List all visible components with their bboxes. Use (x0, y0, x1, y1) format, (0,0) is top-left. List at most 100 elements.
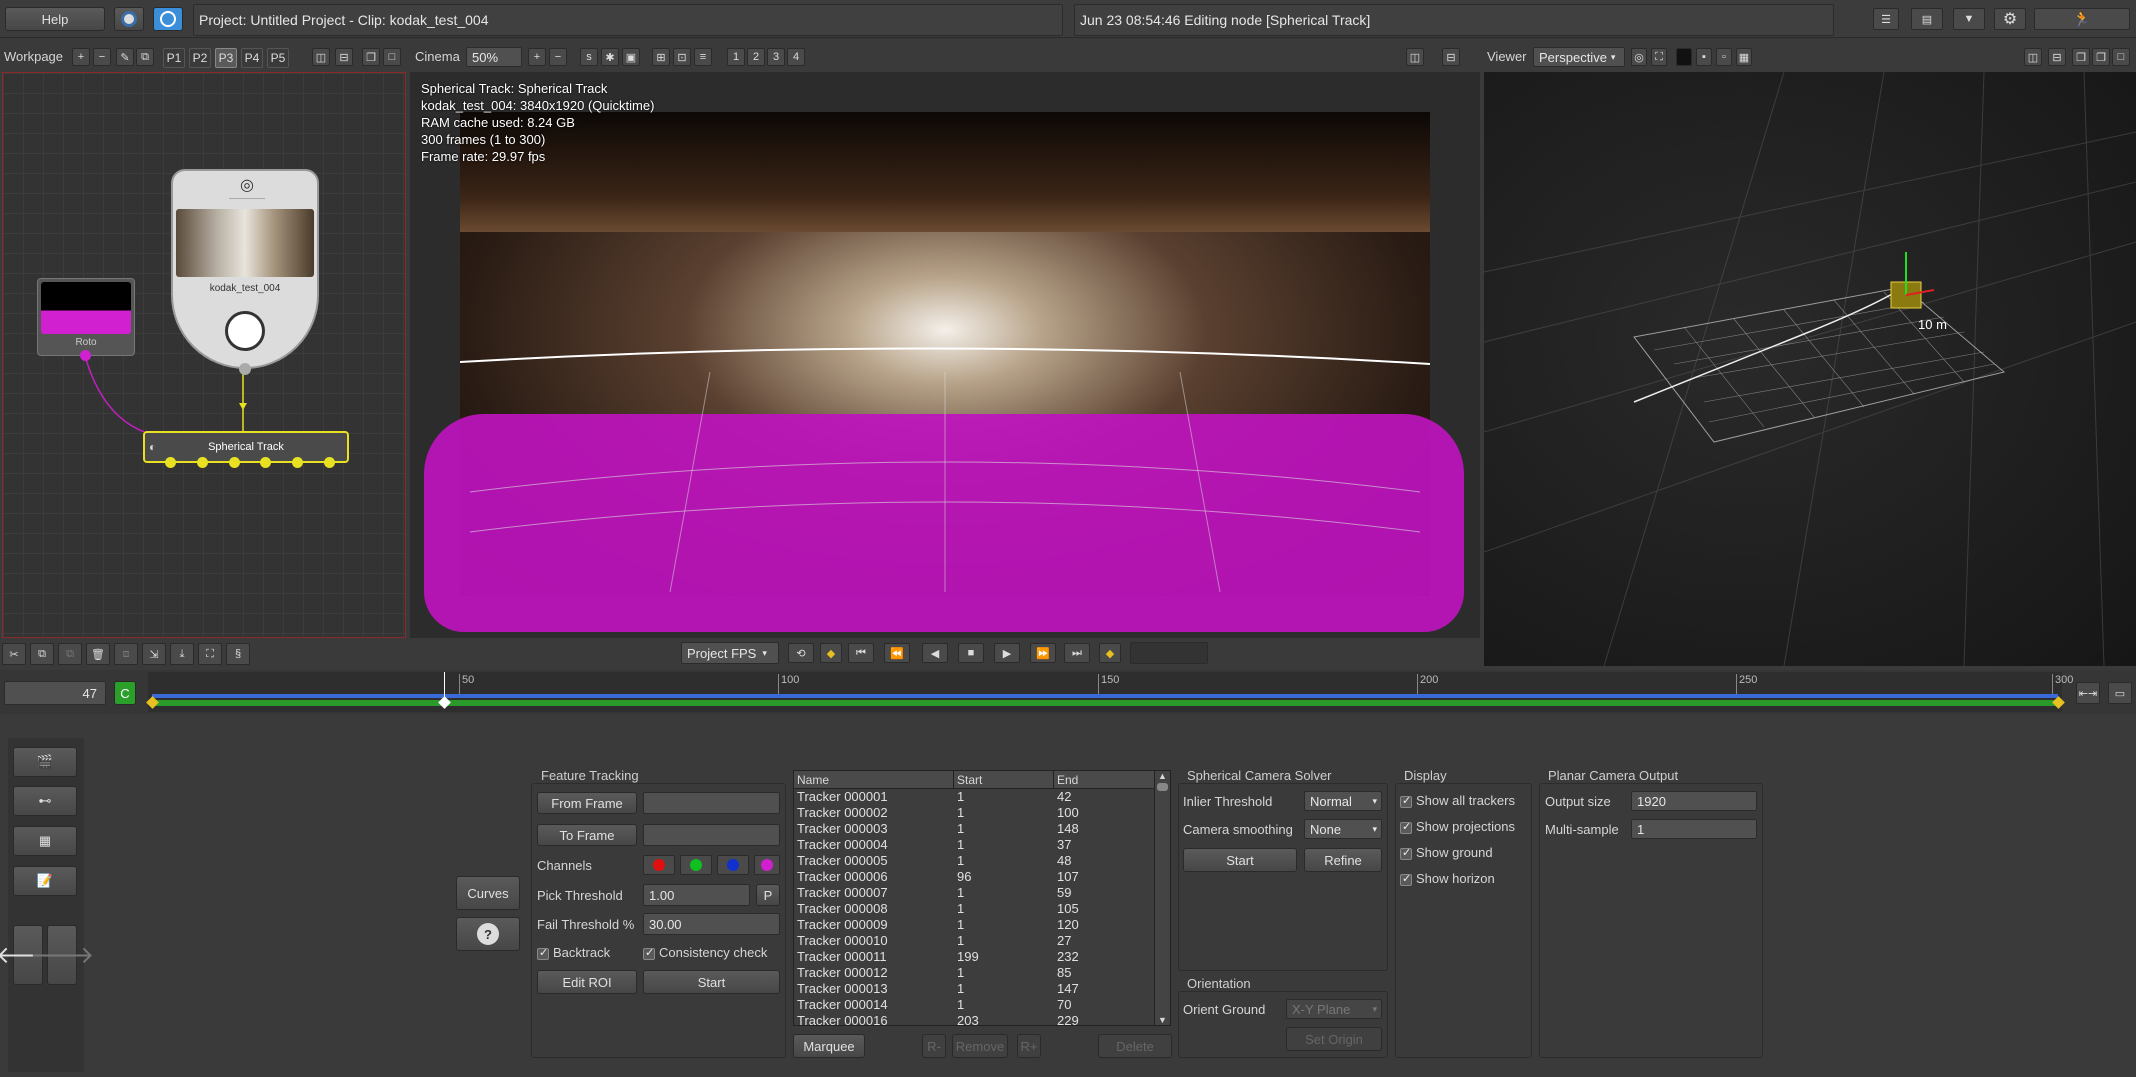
solver-refine-button[interactable]: Refine (1304, 848, 1382, 872)
table-row[interactable]: Tracker 000003 1 148 (797, 821, 1170, 837)
play-icon[interactable]: ▶ (994, 643, 1020, 663)
paste-icon[interactable]: ⧉ (58, 643, 82, 665)
delete-button[interactable]: Delete (1098, 1034, 1172, 1058)
tracker-table[interactable]: Name Start End Tracker 000001 1 42 Tracker … (793, 770, 1171, 1026)
table-row[interactable]: Tracker 000005 1 48 (797, 853, 1170, 869)
camera-smoothing-select[interactable]: None ▾ (1304, 819, 1382, 839)
edit-roi-button[interactable]: Edit ROI (537, 970, 637, 994)
play-back-icon[interactable]: ◀ (922, 643, 948, 663)
show-projections-checkbox[interactable]: Show projections (1400, 819, 1515, 834)
project-panel-button[interactable]: 🎬 (13, 747, 77, 777)
tracker-panel-button[interactable]: ⊷ (13, 786, 77, 816)
clip-output-port[interactable] (239, 363, 251, 375)
transport-field[interactable] (1130, 642, 1208, 664)
trash-icon[interactable]: 🗑 (86, 643, 110, 665)
cinema-split-v-icon[interactable]: ◫ (1406, 48, 1424, 66)
swatch-grid-icon[interactable]: ▦ (1736, 48, 1752, 66)
maximize-icon[interactable]: □ (383, 48, 401, 66)
to-frame-button[interactable]: To Frame (537, 824, 637, 846)
stop-icon[interactable]: ■ (958, 643, 984, 663)
target-icon[interactable]: ◎ (1631, 48, 1647, 66)
swatch-mid-icon[interactable]: ▪ (1696, 48, 1712, 66)
help-panel-button[interactable]: ? (456, 917, 520, 951)
export-icon[interactable]: ⤓ (170, 643, 194, 665)
timeline-fit-icon[interactable]: ⇤⇥ (2076, 682, 2100, 704)
float-icon[interactable]: ❐ (362, 48, 380, 66)
split-horizontal-icon[interactable]: ⊟ (335, 48, 353, 66)
scroll-down-icon[interactable]: ▼ (1155, 1015, 1170, 1025)
group-icon[interactable]: ⧈ (114, 643, 138, 665)
set-origin-button[interactable]: Set Origin (1286, 1027, 1382, 1051)
zoom-out-icon[interactable]: − (549, 48, 567, 66)
table-row[interactable]: Tracker 000007 1 59 (797, 885, 1170, 901)
marquee-button[interactable]: Marquee (793, 1034, 865, 1058)
zoom-field[interactable]: 50% (466, 47, 522, 67)
zoom-in-icon[interactable]: + (528, 48, 546, 66)
channel-2-button[interactable]: 2 (747, 48, 765, 66)
table-row[interactable]: Tracker 000012 1 85 (797, 965, 1170, 981)
duplicate-icon[interactable]: ⧉ (30, 643, 54, 665)
notes-panel-button[interactable]: 📝 (13, 866, 77, 896)
channel-4-button[interactable]: 4 (787, 48, 805, 66)
step-forward-icon[interactable]: ⏩ (1030, 643, 1056, 663)
redo-button[interactable]: 🡒 (30, 925, 94, 985)
show-ground-checkbox[interactable]: Show ground (1400, 845, 1493, 860)
pick-threshold-field[interactable]: 1.00 (643, 884, 750, 906)
fit-graph-icon[interactable]: ⛶ (198, 643, 222, 665)
consistency-checkbox[interactable]: Consistency check (643, 945, 767, 960)
table-row[interactable]: Tracker 000001 1 42 (797, 789, 1170, 805)
remove-node-icon[interactable]: − (93, 48, 111, 66)
channel-blue-toggle[interactable] (717, 855, 749, 875)
inlier-threshold-select[interactable]: Normal ▾ (1304, 791, 1382, 811)
gear-icon-button[interactable]: ⚙ (1994, 8, 2026, 30)
from-frame-field[interactable] (643, 792, 780, 814)
project-icon-button[interactable] (114, 7, 144, 31)
channel-1-button[interactable]: 1 (727, 48, 745, 66)
playhead-marker[interactable] (438, 696, 451, 709)
r-minus-button[interactable]: R- (922, 1034, 946, 1058)
cache-button[interactable]: C (114, 681, 136, 705)
tab-p2[interactable]: P2 (189, 48, 211, 68)
channel-green-toggle[interactable] (680, 855, 712, 875)
safe-icon[interactable]: s (580, 48, 598, 66)
table-row[interactable]: Tracker 000016 203 229 (797, 1013, 1170, 1025)
add-node-icon[interactable]: + (72, 48, 90, 66)
solver-start-button[interactable]: Start (1183, 848, 1297, 872)
plane-select[interactable]: X-Y Plane ▾ (1286, 999, 1382, 1019)
tab-p4[interactable]: P4 (241, 48, 263, 68)
backtrack-checkbox[interactable]: Backtrack (537, 945, 610, 960)
viewer-3d[interactable]: 10 m (1484, 72, 2136, 666)
go-end-icon[interactable]: ⏭ (1064, 643, 1090, 663)
roto-output-port[interactable] (80, 350, 91, 361)
lines-icon[interactable]: ≡ (694, 48, 712, 66)
show-all-trackers-checkbox[interactable]: Show all trackers (1400, 793, 1515, 808)
viewer-max-icon[interactable]: □ (2112, 48, 2130, 66)
scroll-up-icon[interactable]: ▲ (1155, 771, 1170, 781)
show-horizon-checkbox[interactable]: Show horizon (1400, 871, 1495, 886)
step-back-icon[interactable]: ⏪ (884, 643, 910, 663)
roto-node[interactable]: Roto (37, 278, 135, 361)
cinema-split-h-icon[interactable]: ⊟ (1442, 48, 1460, 66)
channel-alpha-toggle[interactable] (754, 855, 780, 875)
from-frame-button[interactable]: From Frame (537, 792, 637, 814)
loop-icon[interactable]: ⟲ (788, 643, 814, 663)
node-graph[interactable]: Roto ◎ kodak_test_004 ◐ Spherical Track (2, 72, 406, 638)
accessibility-button[interactable] (153, 7, 183, 31)
table-row[interactable]: Tracker 000009 1 120 (797, 917, 1170, 933)
timeline-full-icon[interactable]: ▭ (2108, 682, 2132, 704)
swatch-dark-icon[interactable] (1676, 48, 1692, 66)
spherical-track-node[interactable]: ◐ Spherical Track (143, 431, 349, 468)
frame-icon[interactable]: ⊡ (673, 48, 691, 66)
mask-icon[interactable]: ▣ (622, 48, 640, 66)
scissors-icon[interactable]: ✂ (2, 643, 26, 665)
tab-p5[interactable]: P5 (267, 48, 289, 68)
pick-button[interactable]: P (756, 884, 780, 906)
mark-out-icon[interactable]: ◆ (1099, 643, 1121, 663)
run-icon-button[interactable]: 🏃 (2034, 8, 2130, 30)
viewer-split-v-icon[interactable]: ◫ (2024, 48, 2042, 66)
help-button[interactable]: Help (5, 7, 105, 31)
tab-p3[interactable]: P3 (215, 48, 237, 68)
r-plus-button[interactable]: R+ (1017, 1034, 1041, 1058)
channel-red-toggle[interactable] (643, 855, 675, 875)
to-frame-field[interactable] (643, 824, 780, 846)
